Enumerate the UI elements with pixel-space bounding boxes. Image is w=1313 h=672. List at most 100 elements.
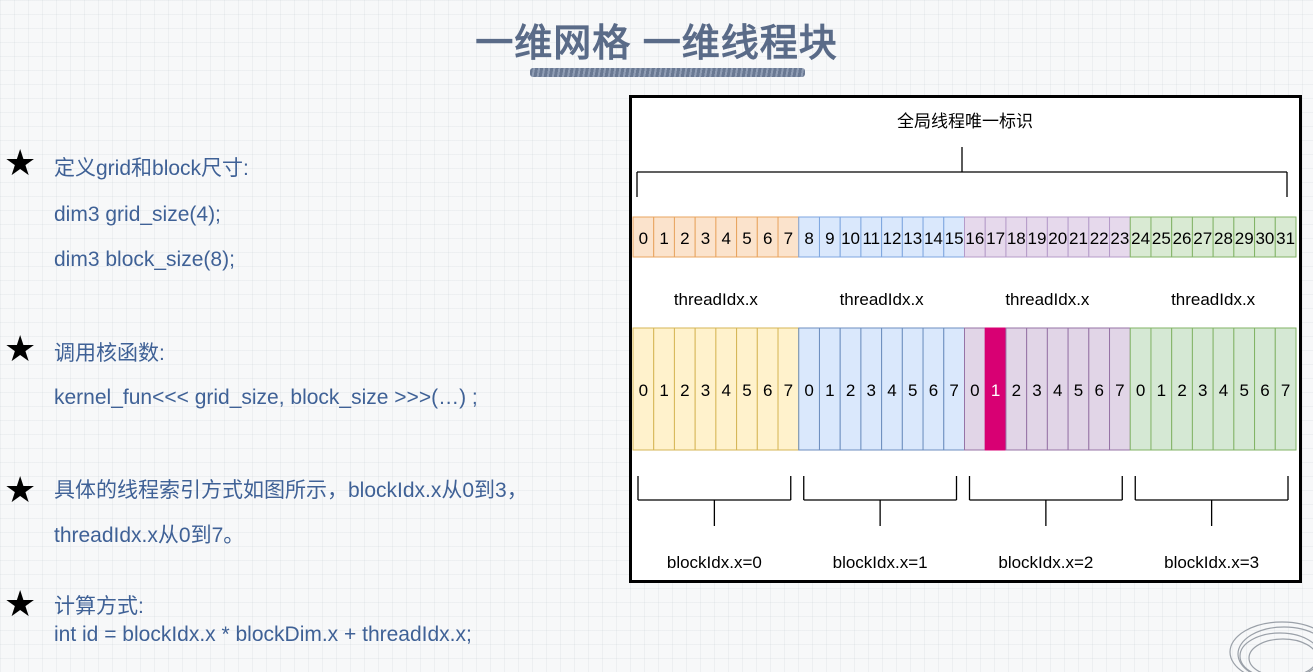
global-id-text: 2	[680, 229, 689, 248]
global-id-label: 全局线程唯一标识	[897, 112, 1033, 131]
local-id-text: 3	[701, 381, 710, 400]
local-id-text: 5	[908, 381, 917, 400]
local-id-text: 5	[1239, 381, 1248, 400]
local-id-text: 3	[1032, 381, 1041, 400]
block-label: blockIdx.x=3	[1164, 553, 1259, 572]
global-id-text: 13	[903, 229, 922, 248]
thread-label: threadIdx.x	[1171, 290, 1256, 309]
global-id-text: 20	[1048, 229, 1067, 248]
local-id-row: 01234567012345670123456701234567	[632, 327, 1297, 451]
local-id-text: 6	[1260, 381, 1269, 400]
global-id-text: 10	[841, 229, 860, 248]
global-id-text: 6	[763, 229, 772, 248]
star-bullet-icon: ★	[4, 142, 37, 183]
global-brace	[636, 147, 1288, 197]
local-id-text: 0	[804, 381, 813, 400]
local-id-text: 3	[867, 381, 876, 400]
global-id-text: 0	[639, 229, 648, 248]
global-id-text: 27	[1193, 229, 1212, 248]
section-heading-indexing: 具体的线程索引方式如图所示，blockIdx.x从0到3，	[54, 479, 528, 502]
global-id-text: 9	[825, 229, 834, 248]
thread-index-diagram-svg: 全局线程唯一标识 0 1 2 3 4 5 6 7 8 9 10 11 12 13 14 15 16 17 18 19 2…	[632, 112, 1297, 572]
global-id-text: 30	[1255, 229, 1274, 248]
local-id-text: 2	[1012, 381, 1021, 400]
local-id-text: 5	[742, 381, 751, 400]
scribble-decoration	[1229, 621, 1313, 672]
block-brace	[803, 476, 958, 526]
local-id-text: 7	[1115, 381, 1124, 400]
global-id-row: 0 1 2 3 4 5 6 7 8 9 10 11 12 13 14 15 16 17 18 19 20 21 22 23 24…	[632, 216, 1297, 258]
global-id-text: 14	[924, 229, 943, 248]
code-line-block-size: dim3 block_size(8);	[54, 248, 235, 271]
local-id-text: 2	[1177, 381, 1186, 400]
global-id-text: 21	[1069, 229, 1088, 248]
block-brace-row	[637, 476, 1289, 526]
local-id-text: 7	[1281, 381, 1290, 400]
thread-label: threadIdx.x	[1005, 290, 1090, 309]
global-id-text: 25	[1152, 229, 1171, 248]
local-id-text: 1	[659, 381, 668, 400]
local-id-text: 7	[949, 381, 958, 400]
local-id-text: 0	[1136, 381, 1145, 400]
global-id-text: 8	[804, 229, 813, 248]
global-id-text: 22	[1090, 229, 1109, 248]
local-id-text: 2	[680, 381, 689, 400]
global-id-text: 31	[1276, 229, 1295, 248]
local-id-text: 0	[970, 381, 979, 400]
code-line-kernel-launch: kernel_fun<<< grid_size, block_size >>>(…	[54, 386, 478, 409]
local-id-text: 4	[722, 381, 731, 400]
local-id-text: 3	[1198, 381, 1207, 400]
star-bullet-icon: ★	[4, 328, 37, 369]
global-id-text: 1	[659, 229, 668, 248]
global-id-text: 4	[722, 229, 731, 248]
global-id-text: 5	[742, 229, 751, 248]
thread-label: threadIdx.x	[674, 290, 759, 309]
global-id-text: 7	[784, 229, 793, 248]
local-id-text: 6	[929, 381, 938, 400]
global-id-text: 24	[1131, 229, 1150, 248]
local-id-text: 5	[1074, 381, 1083, 400]
local-id-text: 7	[784, 381, 793, 400]
local-id-text: 0	[639, 381, 648, 400]
local-id-text: 2	[846, 381, 855, 400]
global-id-text: 23	[1110, 229, 1129, 248]
global-id-text: 17	[986, 229, 1005, 248]
code-line-index-formula: int id = blockIdx.x * blockDim.x + threa…	[54, 623, 472, 646]
code-line-grid-size: dim3 grid_size(4);	[54, 203, 221, 226]
local-id-text: 1	[991, 381, 1000, 400]
global-id-text: 29	[1235, 229, 1254, 248]
block-brace	[968, 476, 1123, 526]
local-id-text: 1	[1157, 381, 1166, 400]
block-brace	[637, 476, 792, 526]
title-underline	[530, 68, 805, 77]
text-line-thread-range: threadIdx.x从0到7。	[54, 524, 245, 547]
block-label: blockIdx.x=0	[667, 553, 762, 572]
section-heading-formula: 计算方式:	[54, 595, 144, 618]
local-id-text: 4	[1219, 381, 1228, 400]
global-id-text: 18	[1007, 229, 1026, 248]
thread-label-row: threadIdx.x threadIdx.x threadIdx.x threadI…	[674, 290, 1256, 309]
global-id-text: 26	[1173, 229, 1192, 248]
global-id-text: 16	[965, 229, 984, 248]
block-label-row: blockIdx.x=0 blockIdx.x=1 blockIdx.x=2 bloc…	[667, 553, 1259, 572]
block-brace	[1134, 476, 1289, 526]
global-id-text: 3	[701, 229, 710, 248]
global-id-text: 12	[883, 229, 902, 248]
local-id-text: 4	[887, 381, 896, 400]
local-id-text: 4	[1053, 381, 1062, 400]
thread-label: threadIdx.x	[840, 290, 925, 309]
local-id-text: 6	[763, 381, 772, 400]
local-id-text: 6	[1094, 381, 1103, 400]
star-bullet-icon: ★	[4, 469, 37, 510]
global-id-text: 19	[1028, 229, 1047, 248]
local-id-text: 1	[825, 381, 834, 400]
block-label: blockIdx.x=2	[998, 553, 1093, 572]
global-id-text: 15	[945, 229, 964, 248]
thread-index-diagram: 全局线程唯一标识 0 1 2 3 4 5 6 7 8 9 10 11 12 13 14 15 16 17 18 19 2…	[629, 95, 1302, 583]
section-heading-kernel-call: 调用核函数:	[54, 342, 165, 365]
section-heading-dimensions: 定义grid和block尺寸:	[54, 157, 249, 180]
global-id-text: 28	[1214, 229, 1233, 248]
global-id-text: 11	[862, 229, 880, 248]
page-title: 一维网格 一维线程块	[475, 23, 838, 65]
star-bullet-icon: ★	[4, 583, 37, 624]
